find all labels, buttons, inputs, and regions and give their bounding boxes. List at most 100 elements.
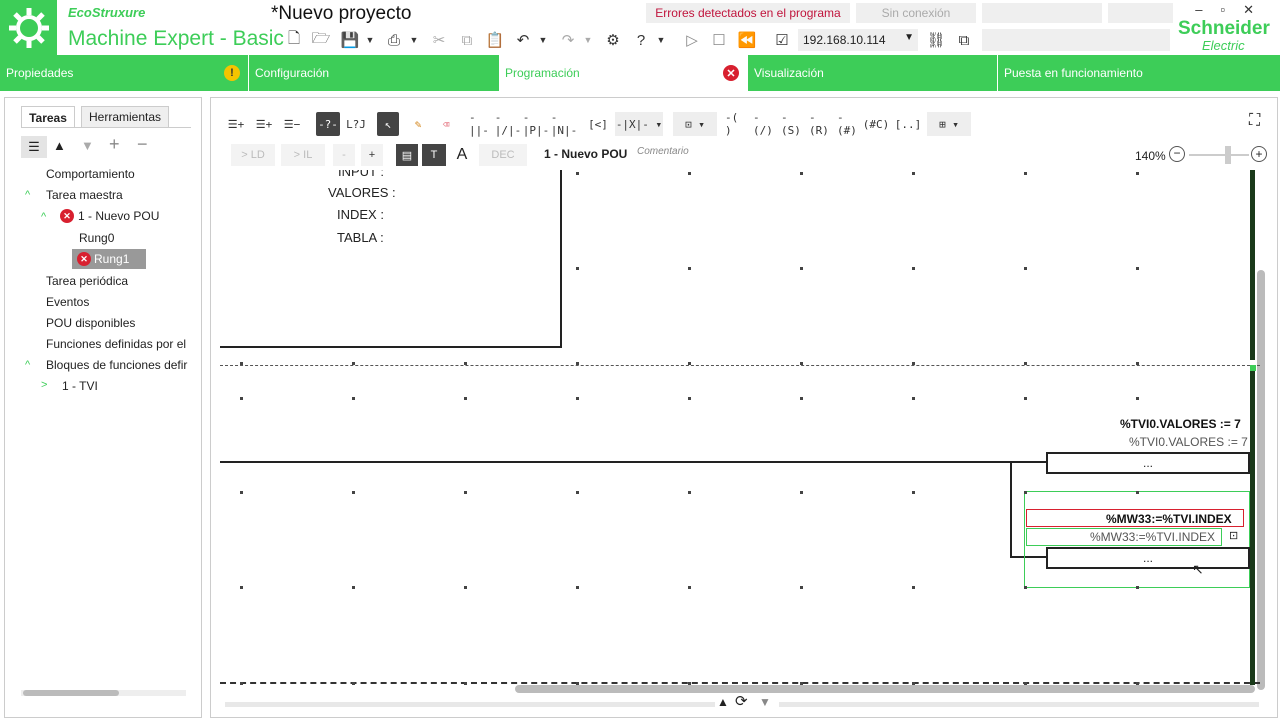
move-down-icon[interactable]: ▼ [81,138,94,153]
new-file-icon[interactable]: 🗋 [284,30,304,50]
tree-item-rung1[interactable]: ✕ Rung1 [72,249,146,269]
chevron-right-icon[interactable]: > [41,379,47,391]
rung-down-icon[interactable]: ▼ [759,695,771,709]
coil-call-icon[interactable]: (#C) [863,112,890,136]
rung-up-icon[interactable]: ▲ [717,695,729,709]
compare-block-icon[interactable]: [<] [587,112,609,136]
checkbox-icon[interactable]: ☑ [772,30,792,50]
move-up-icon[interactable]: ▲ [53,138,66,153]
zoom-in-icon[interactable]: + [1251,146,1267,162]
ladder-canvas[interactable]: INPUT : VALORES : INDEX : TABLA : %TVI0.… [220,170,1260,685]
add-block-dropdown-icon[interactable]: ⊞ ▾ [927,112,971,136]
zoom-out-icon[interactable]: − [1169,146,1185,162]
tree-item-tarea-maestra[interactable]: Tarea maestra [46,188,123,202]
cut-icon[interactable]: ✂ [429,30,449,50]
zoom-slider[interactable] [1189,154,1249,156]
contact-mode-icon[interactable]: -?- [316,112,340,136]
ip-address-select[interactable]: 192.168.10.114 ▼ [798,29,918,51]
tab-configuracion[interactable]: Configuración [249,55,498,91]
tree-item-funciones-definidas[interactable]: Funciones definidas por el [46,337,186,351]
contact-n-icon[interactable]: -|N|- [551,111,578,137]
chevron-down-icon[interactable]: ▼ [404,30,424,50]
add-icon[interactable]: + [109,134,120,155]
redo-icon[interactable]: ↷ [558,30,578,50]
operation-block[interactable]: ... [1046,452,1250,474]
tab-propiedades[interactable]: Propiedades ! [0,55,248,91]
chevron-down-icon[interactable]: ▼ [533,30,553,50]
font-size-icon[interactable]: A [451,144,473,166]
tree-item-rung0[interactable]: Rung0 [79,231,114,245]
tab-tareas[interactable]: Tareas [21,106,75,128]
convert-il-button[interactable]: > IL [281,144,325,166]
insert-rung-below-icon[interactable]: ☰+ [253,112,275,136]
connect-icon[interactable]: ⛓ [926,30,946,50]
copy-icon[interactable]: ⧉ [457,30,477,50]
help-icon[interactable]: ? [631,30,651,50]
block-dropdown-icon[interactable]: ⊡ ▾ [673,112,717,136]
zoom-out-button[interactable]: - [333,144,355,166]
contact-p-icon[interactable]: -|P|- [523,111,550,137]
pencil-icon[interactable]: ✎ [407,112,429,136]
window-controls[interactable]: –▫✕ [1195,2,1272,18]
chevron-up-icon[interactable]: ^ [25,359,30,371]
horizontal-scrollbar[interactable] [21,690,186,696]
text-icon[interactable]: T [422,144,446,166]
tree-item-tarea-periodica[interactable]: Tarea periódica [46,274,128,288]
coil-set-icon[interactable]: -(S) [781,111,803,137]
settings-icon[interactable]: ⚙ [603,30,623,50]
zoom-in-button[interactable]: + [361,144,383,166]
eraser-icon[interactable]: ⌫ [435,112,457,136]
tree-item-bloques-funciones[interactable]: Bloques de funciones defir [46,358,187,372]
run-icon[interactable]: ▷ [682,30,702,50]
tab-puesta-en-funcionamiento[interactable]: Puesta en funcionamiento [998,55,1280,91]
branch-mode-icon[interactable]: L?J [344,112,368,136]
tree-item-pou-disponibles[interactable]: POU disponibles [46,316,135,330]
tree-item-nuevo-pou[interactable]: 1 - Nuevo POU [78,209,159,223]
rewind-icon[interactable]: ⏪ [737,30,757,50]
dec-button[interactable]: DEC [479,144,527,166]
tree-item-eventos[interactable]: Eventos [46,295,89,309]
insert-rung-above-icon[interactable]: ☰+ [225,112,247,136]
horizontal-scrollbar[interactable] [515,685,1255,693]
remove-icon[interactable]: − [137,134,148,155]
convert-ld-button[interactable]: > LD [231,144,275,166]
contact-no-icon[interactable]: -||- [469,111,491,137]
contact-dropdown-icon[interactable]: -|X|- ▾ [615,112,663,136]
comment-icon[interactable]: ▤ [396,144,418,166]
chevron-down-icon[interactable]: ▼ [651,30,671,50]
delete-rung-icon[interactable]: ☰− [281,112,303,136]
search-field[interactable] [982,29,1170,51]
comment-label[interactable]: Comentario [637,146,689,157]
chevron-down-icon[interactable]: ▼ [578,30,598,50]
tab-programacion[interactable]: Programación ✕ [499,55,748,91]
undo-icon[interactable]: ↶ [513,30,533,50]
contact-nc-icon[interactable]: -|/|- [495,111,522,137]
list-view-icon[interactable]: ☰ [21,136,47,158]
chevron-up-icon[interactable]: ^ [25,189,30,201]
error-status[interactable]: Errores detectados en el programa [646,3,850,23]
zoom-slider-thumb[interactable] [1225,146,1231,164]
coil-icon[interactable]: -( ) [725,111,747,137]
operation-block[interactable]: ... [1046,547,1250,569]
operate-block-icon[interactable]: [..] [895,112,922,136]
coil-reset-icon[interactable]: -(R) [809,111,831,137]
fullscreen-icon[interactable]: ⛶ [1249,112,1260,130]
tree-item-tvi[interactable]: 1 - TVI [62,379,98,393]
edit-expression-icon[interactable]: ⊡ [1229,529,1238,542]
tree-item-comportamiento[interactable]: Comportamiento [46,167,135,181]
stop-icon[interactable]: ☐ [709,30,729,50]
chevron-down-icon[interactable]: ▼ [360,30,380,50]
refresh-icon[interactable]: ⟳ [735,692,748,710]
connection-status[interactable]: Sin conexión [856,3,976,23]
pointer-icon[interactable]: ↖ [377,112,399,136]
open-folder-icon[interactable]: 🗁 [311,30,331,50]
coil-jump-icon[interactable]: -(#) [837,111,859,137]
print-icon[interactable]: ⎙ [384,30,404,50]
coil-negated-icon[interactable]: -(/) [753,111,775,137]
tab-herramientas[interactable]: Herramientas [81,106,169,128]
paste-icon[interactable]: 📋 [485,30,505,50]
save-icon[interactable]: 💾 [340,30,360,50]
tab-visualizacion[interactable]: Visualización [748,55,997,91]
simulator-icon[interactable]: ⧉ [954,30,974,50]
chevron-up-icon[interactable]: ^ [41,211,46,223]
